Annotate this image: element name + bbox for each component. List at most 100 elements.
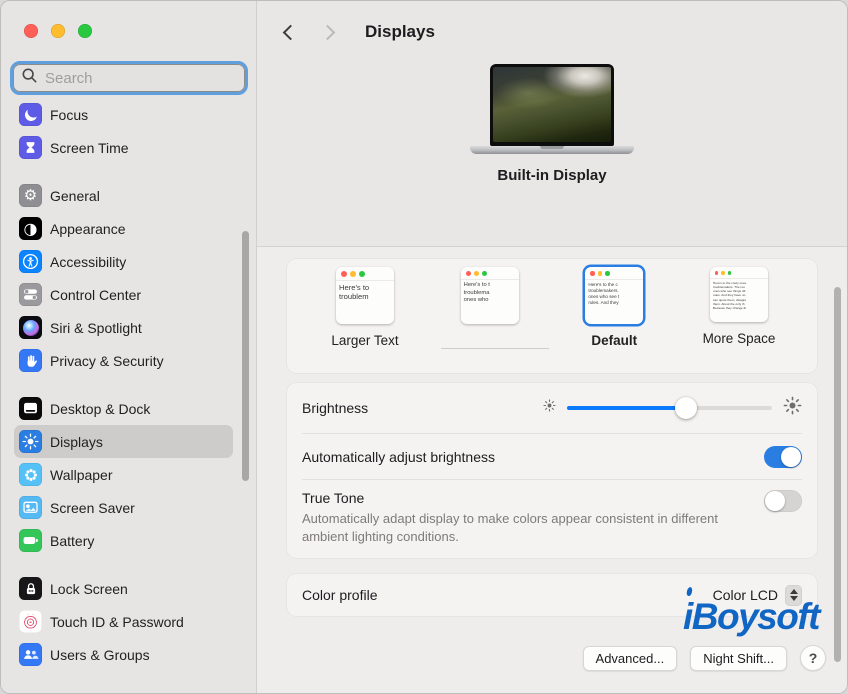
sidebar-item-displays[interactable]: Displays [14,425,233,458]
thumb-yellow-dot [598,271,603,276]
sidebar-item-users-groups[interactable]: Users & Groups [14,638,233,671]
thumb-red-dot [466,271,471,276]
slider-knob[interactable] [675,397,697,419]
hand-icon [19,349,42,372]
minimize-window-button[interactable] [51,24,65,38]
laptop-wallpaper [493,67,611,142]
brightness-slider[interactable] [567,397,772,419]
night-shift-button[interactable]: Night Shift... [690,646,787,671]
zoom-window-button[interactable] [78,24,92,38]
thumb-red-dot [341,271,347,277]
displays-header-section: Displays Built-in Display [257,1,847,247]
forward-button[interactable] [320,24,336,40]
siri-icon [19,316,42,339]
scaling-option-label: More Space [703,331,776,346]
fingerprint-icon [19,610,42,633]
scaling-option-2[interactable]: Here's to t troublema ones who [434,267,546,333]
sidebar-item-desktop-dock[interactable]: Desktop & Dock [14,392,233,425]
brightness-high-icon [783,396,802,420]
true-tone-label: True Tone [302,490,764,506]
brightness-low-icon [543,399,556,417]
sidebar-item-label: Screen Time [50,140,129,156]
lock-icon [19,577,42,600]
laptop-base [470,146,634,154]
thumb-green-dot [359,271,365,277]
sidebar-item-screen-saver[interactable]: Screen Saver [14,491,233,524]
appearance-icon: ◑ [19,217,42,240]
page-title: Displays [365,22,435,42]
sidebar-item-label: Touch ID & Password [50,614,184,630]
chevron-up-icon [790,589,798,594]
sidebar-item-focus[interactable]: Focus [14,98,233,131]
sidebar-item-wallpaper[interactable]: Wallpaper [14,458,233,491]
sidebar-scrollbar[interactable] [242,231,249,481]
users-icon [19,643,42,666]
sidebar-item-label: Displays [50,434,103,450]
sidebar-item-label: Wallpaper [50,467,113,483]
scaling-thumbnail[interactable]: Here's to the crazy ones troublemakers. … [710,267,768,322]
divider [441,348,549,349]
main-pane: Displays Built-in Display Here's to trou… [257,1,847,693]
thumb-sample-text: Here's to troublem [336,281,394,304]
screensaver-icon [19,496,42,519]
help-button[interactable]: ? [800,645,826,671]
sidebar-item-label: General [50,188,100,204]
scaling-option-default[interactable]: Here's to the c troublemakers. ones who … [558,267,670,348]
true-tone-toggle[interactable] [764,490,802,512]
hourglass-icon [19,136,42,159]
thumb-sample-text: Here's to t troublema ones who [461,280,519,307]
laptop-illustration [490,64,614,146]
sidebar-item-label: Siri & Spotlight [50,320,142,336]
settings-scroll-area: Here's to troublem Larger Text Here's to… [257,247,847,693]
sidebar-item-label: Appearance [50,221,126,237]
footer-actions: Advanced... Night Shift... ? [583,645,826,671]
thumb-green-dot [482,271,487,276]
dock-icon [19,397,42,420]
sidebar-item-label: Battery [50,533,94,549]
sidebar-item-lock-screen[interactable]: Lock Screen [14,572,233,605]
scaling-thumbnail[interactable]: Here's to t troublema ones who [461,267,519,324]
search-input[interactable]: Search [10,61,248,95]
display-name-label: Built-in Display [497,167,606,184]
flower-icon [19,463,42,486]
accessibility-icon [19,250,42,273]
brightness-row: Brightness [287,383,817,433]
scaling-option-larger-text[interactable]: Here's to troublem Larger Text [309,267,421,348]
thumb-yellow-dot [350,271,356,277]
scaling-option-more-space[interactable]: Here's to the crazy ones troublemakers. … [683,267,795,346]
sidebar-item-label: Desktop & Dock [50,401,150,417]
true-tone-row: True Tone Automatically adapt display to… [287,480,817,558]
thumb-yellow-dot [721,271,725,275]
watermark-initial: i [683,596,692,637]
sidebar-item-accessibility[interactable]: Accessibility [14,245,233,278]
resolution-options-card: Here's to troublem Larger Text Here's to… [287,259,817,373]
sidebar-item-label: Control Center [50,287,141,303]
scaling-option-label: Larger Text [331,333,398,348]
sidebar-item-appearance[interactable]: ◑ Appearance [14,212,233,245]
window-controls [24,24,92,38]
true-tone-description: Automatically adapt display to make colo… [302,510,764,545]
auto-brightness-toggle[interactable] [764,446,802,468]
thumb-yellow-dot [474,271,479,276]
brightness-label: Brightness [302,400,368,416]
thumb-red-dot [715,271,719,275]
main-scrollbar[interactable] [834,287,841,662]
search-placeholder: Search [45,70,93,87]
back-button[interactable] [283,24,299,40]
sidebar-item-control-center[interactable]: Control Center [14,278,233,311]
scaling-thumbnail[interactable]: Here's to the c troublemakers. ones who … [585,267,643,324]
sidebar: Search Focus Screen Time ⚙ General [1,1,257,693]
scaling-thumbnail[interactable]: Here's to troublem [336,267,394,324]
search-icon [21,67,38,89]
sidebar-item-screen-time[interactable]: Screen Time [14,131,233,164]
close-window-button[interactable] [24,24,38,38]
sidebar-item-battery[interactable]: Battery [14,524,233,557]
sidebar-item-general[interactable]: ⚙ General [14,179,233,212]
sidebar-item-siri-spotlight[interactable]: Siri & Spotlight [14,311,233,344]
sidebar-item-touch-id[interactable]: Touch ID & Password [14,605,233,638]
iboysoft-watermark: iBoysoft [683,596,819,638]
gear-icon: ⚙ [19,184,42,207]
advanced-button[interactable]: Advanced... [583,646,678,671]
control-center-icon [19,283,42,306]
sidebar-item-privacy-security[interactable]: Privacy & Security [14,344,233,377]
